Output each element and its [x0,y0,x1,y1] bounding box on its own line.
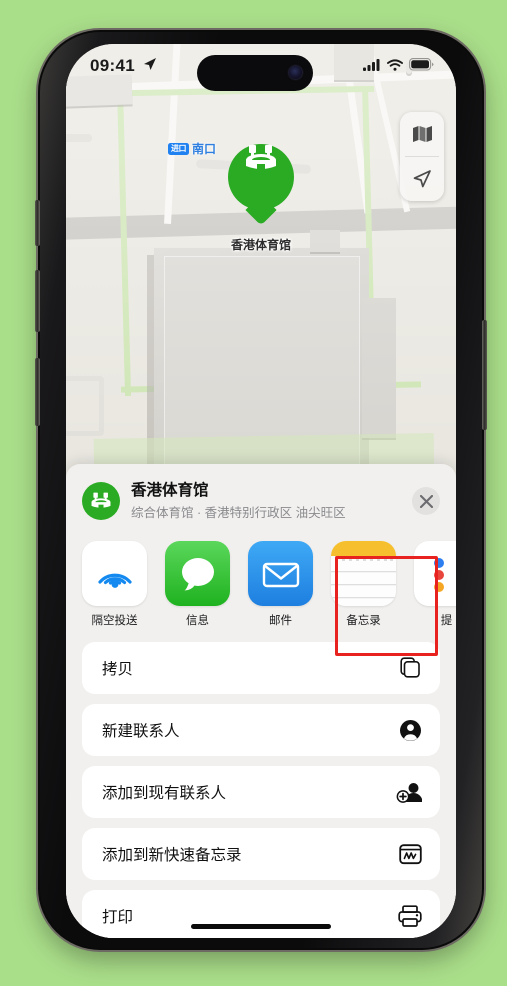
action-label: 新建联系人 [102,723,180,741]
share-app-slack[interactable]: 提 [414,541,456,628]
battery-full-icon [409,58,434,71]
front-camera-icon [289,66,302,79]
mail-tile[interactable] [248,541,313,607]
share-app-airdrop[interactable]: 隔空投送 [82,541,147,628]
map-road [66,134,92,142]
share-action-list[interactable]: 拷贝 新建联系人 添加到现有联系人 添加到新快速备忘录 打印 [66,628,456,938]
person-circle-icon [399,719,422,742]
map-controls[interactable] [400,112,444,201]
airdrop-tile[interactable] [82,541,147,607]
action-row-new-contact[interactable]: 新建联系人 [82,704,440,757]
cellular-signal-icon [363,58,380,71]
notes-icon [331,541,396,607]
app-label: 信息 [186,615,209,628]
airdrop-icon [97,573,132,588]
action-label: 添加到现有联系人 [102,785,227,803]
slack-icon [433,557,444,592]
map-building [310,230,340,252]
action-label: 添加到新快速备忘录 [102,847,242,865]
close-icon [419,494,433,508]
locate-me-icon [413,170,431,188]
dynamic-island[interactable] [197,55,313,91]
location-arrow-icon [144,58,156,70]
slack-tile[interactable] [414,541,456,607]
map-layers-icon [412,126,432,142]
action-label: 拷贝 [102,661,134,679]
share-app-mail[interactable]: 邮件 [248,541,313,628]
status-indicators [363,58,434,71]
map-pin-label: 香港体育馆 [230,238,291,252]
app-label: 隔空投送 [91,615,138,628]
close-button[interactable] [412,487,440,516]
status-time: 09:41 [90,56,135,75]
share-sheet-header: 香港体育馆 综合体育馆 · 香港特别行政区 油尖旺区 [66,464,456,535]
map-layers-button[interactable] [400,112,444,156]
action-row-add-existing-contact[interactable]: 添加到现有联系人 [82,766,440,819]
map-label-text: 南口 [192,142,217,156]
map-pin-anchor-dot [257,216,265,223]
share-app-row[interactable]: 隔空投送 信息 邮件 备忘录 提 [66,535,456,628]
home-indicator[interactable] [191,923,331,929]
place-title: 香港体育馆 [131,482,209,499]
notes-tile[interactable] [331,541,396,607]
volume-down-button[interactable] [35,358,40,426]
stadium-icon [91,492,111,509]
share-app-messages[interactable]: 信息 [165,541,230,628]
locate-me-button[interactable] [400,157,444,201]
person-add-icon [396,781,422,804]
phone-screen: 进口 南口 香港体育馆 09:41 香港体育馆 综合体育馆 · 香港特别行政区 … [66,44,456,938]
action-row-new-quick-note[interactable]: 添加到新快速备忘录 [82,828,440,881]
app-label: 提 [440,615,453,628]
share-app-notes[interactable]: 备忘录 [331,541,396,628]
quick-note-icon [399,843,422,865]
action-row-print[interactable]: 打印 [82,890,440,938]
share-sheet-titles: 香港体育馆 综合体育馆 · 香港特别行政区 油尖旺区 [131,481,401,521]
wifi-icon [387,58,403,71]
map-building [362,298,396,438]
exit-badge: 进口 [168,142,189,155]
stadium-icon [246,145,276,171]
printer-icon [398,905,422,928]
power-button[interactable] [482,320,487,430]
map-park-path [116,85,132,397]
copy-icon [400,657,422,679]
place-stadium-icon [82,482,120,521]
share-sheet: 香港体育馆 综合体育馆 · 香港特别行政区 油尖旺区 隔空投送 信息 邮件 备忘… [66,464,456,938]
app-label: 邮件 [269,615,292,628]
map-label-south-exit[interactable]: 进口 南口 [168,140,216,157]
messages-tile[interactable] [165,541,230,607]
map-pin-bubble[interactable] [228,144,294,210]
messages-icon [181,557,214,591]
app-label: 备忘录 [346,615,381,628]
mail-icon [262,562,299,588]
map-building [66,376,104,436]
action-row-copy[interactable]: 拷贝 [82,642,440,695]
action-button[interactable] [35,200,40,246]
volume-up-button[interactable] [35,270,40,332]
map-pin-stadium[interactable]: 香港体育馆 [221,144,301,253]
place-subtitle: 综合体育馆 · 香港特别行政区 油尖旺区 [131,506,346,521]
